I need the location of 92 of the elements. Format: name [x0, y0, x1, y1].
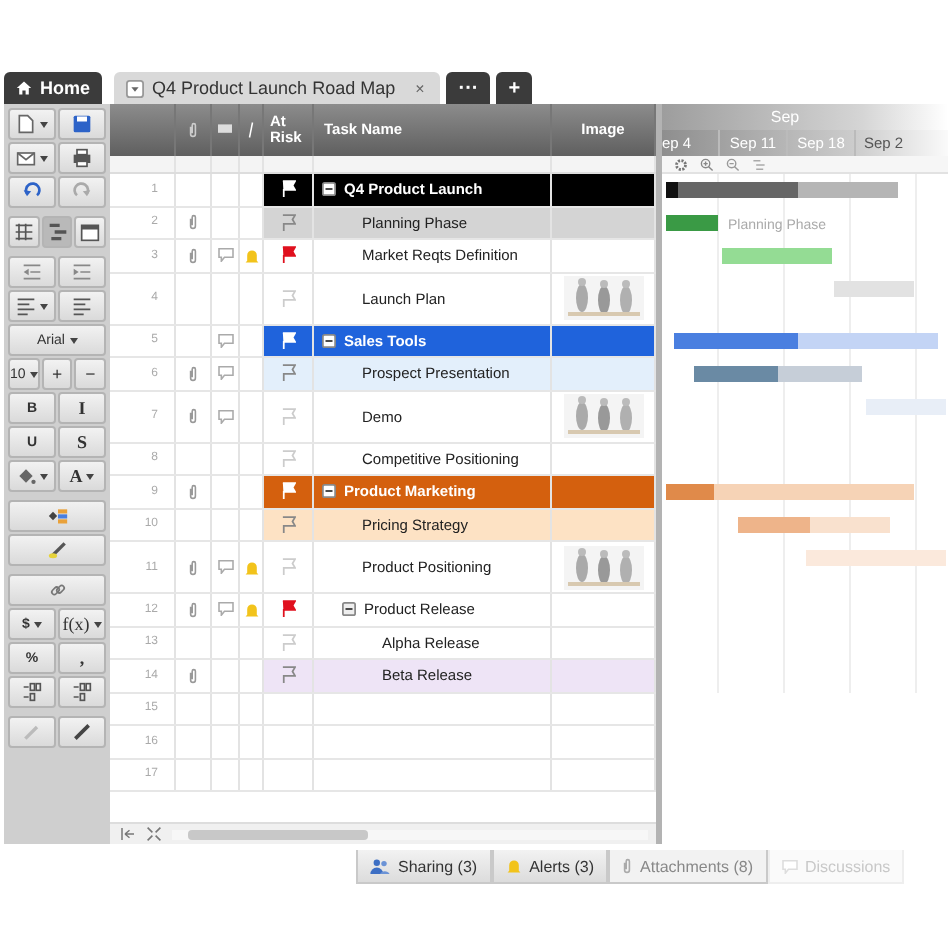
format-icon: [47, 506, 67, 526]
gantt-button[interactable]: [41, 216, 73, 248]
format-button[interactable]: [8, 500, 106, 532]
highlighter-icon: [47, 540, 67, 560]
calendar-button[interactable]: [74, 216, 107, 248]
tab[interactable]: +: [496, 72, 533, 104]
comment-icon: [218, 124, 232, 136]
collapse-icon[interactable]: [342, 602, 356, 617]
people-icon: [370, 858, 390, 874]
wrap-icon: [72, 296, 92, 316]
link-button[interactable]: [8, 574, 106, 606]
fill-icon: [16, 466, 36, 486]
comment-icon[interactable]: [217, 248, 233, 263]
toolbar-button[interactable]: −: [74, 358, 107, 390]
paperclip-icon[interactable]: [188, 667, 198, 684]
paperclip-icon: [622, 858, 633, 874]
wrap-button[interactable]: [58, 290, 106, 322]
outdent-button[interactable]: [8, 256, 56, 288]
decimal-decrease-icon: [72, 682, 92, 702]
close-button[interactable]: ×: [415, 79, 425, 97]
month-label: Sep: [770, 108, 800, 126]
paperclip-icon[interactable]: [188, 483, 198, 500]
comment-icon[interactable]: [217, 602, 233, 617]
save-button[interactable]: [58, 108, 106, 140]
fill-button[interactable]: [8, 460, 56, 492]
mail-icon: [16, 148, 36, 168]
indent-icon: [72, 262, 92, 282]
tab[interactable]: Q4 Product Launch Road Map ×: [114, 72, 441, 104]
zoom-out-icon[interactable]: [726, 157, 740, 171]
paperclip-icon[interactable]: [188, 408, 198, 424]
outline-icon[interactable]: [752, 157, 766, 171]
grid-icon: [13, 222, 34, 242]
pin-icon[interactable]: [120, 828, 136, 840]
collapse-icon[interactable]: [322, 182, 336, 197]
decimal-decrease-button[interactable]: [58, 676, 106, 708]
bell-icon[interactable]: [243, 601, 259, 618]
eraser-icon: [22, 722, 42, 742]
toolbar-button[interactable]: f(x): [58, 608, 106, 640]
home-icon: [16, 80, 32, 96]
print-button[interactable]: [58, 142, 106, 174]
paperclip-icon: [188, 122, 198, 138]
comment-icon[interactable]: [217, 409, 233, 423]
scrollbar[interactable]: [172, 829, 648, 839]
comment-icon[interactable]: [217, 560, 233, 574]
comment-icon[interactable]: [217, 366, 233, 381]
save-icon: [72, 114, 92, 134]
comment-icon[interactable]: [217, 333, 233, 348]
paperclip-icon[interactable]: [188, 365, 198, 382]
collapse-icon[interactable]: [322, 333, 336, 348]
panel-tab[interactable]: Alerts (3): [491, 850, 609, 884]
decimal-increase-button[interactable]: [8, 676, 56, 708]
print-icon: [72, 148, 92, 168]
outdent-icon: [22, 262, 42, 282]
bell-icon[interactable]: [243, 559, 259, 575]
align-button[interactable]: [8, 290, 56, 322]
toolbar-button[interactable]: +: [41, 358, 73, 390]
document-button[interactable]: [8, 108, 56, 140]
grid-button[interactable]: [8, 216, 40, 248]
zoom-in-icon[interactable]: [700, 157, 714, 171]
redo-icon: [72, 182, 92, 202]
toolbar-button[interactable]: A: [58, 460, 106, 492]
dropdown-icon[interactable]: [126, 79, 145, 97]
toolbar-button[interactable]: S: [58, 426, 106, 458]
gantt-icon: [47, 222, 67, 242]
bell-icon: [505, 858, 522, 874]
calendar-icon: [80, 222, 101, 242]
link-icon: [47, 580, 67, 600]
undo-icon: [22, 182, 42, 202]
settings-icon[interactable]: [674, 157, 688, 171]
panel-tab[interactable]: Sharing (3): [356, 850, 492, 884]
bell-icon[interactable]: [243, 247, 259, 264]
toolbar-button[interactable]: ,: [58, 642, 106, 674]
align-icon: [16, 296, 36, 316]
document-icon: [16, 114, 36, 134]
paperclip-icon[interactable]: [188, 559, 198, 575]
toolbar-button[interactable]: I: [58, 392, 106, 424]
highlighter-button[interactable]: [8, 534, 106, 566]
brush-icon: [72, 722, 92, 742]
indent-button[interactable]: [58, 256, 106, 288]
tab[interactable]: ···: [446, 72, 491, 104]
paperclip-icon[interactable]: [188, 247, 198, 264]
paperclip-icon[interactable]: [188, 214, 198, 231]
undo-button[interactable]: [8, 176, 56, 208]
paperclip-icon[interactable]: [188, 601, 198, 618]
comment-icon: [781, 859, 797, 873]
expand-icon[interactable]: [146, 826, 162, 842]
mail-button[interactable]: [8, 142, 56, 174]
collapse-icon[interactable]: [322, 484, 336, 499]
decimal-increase-icon: [22, 682, 42, 702]
brush-button[interactable]: [58, 716, 106, 748]
tab[interactable]: Home: [4, 72, 103, 104]
slash-icon: [248, 122, 254, 138]
